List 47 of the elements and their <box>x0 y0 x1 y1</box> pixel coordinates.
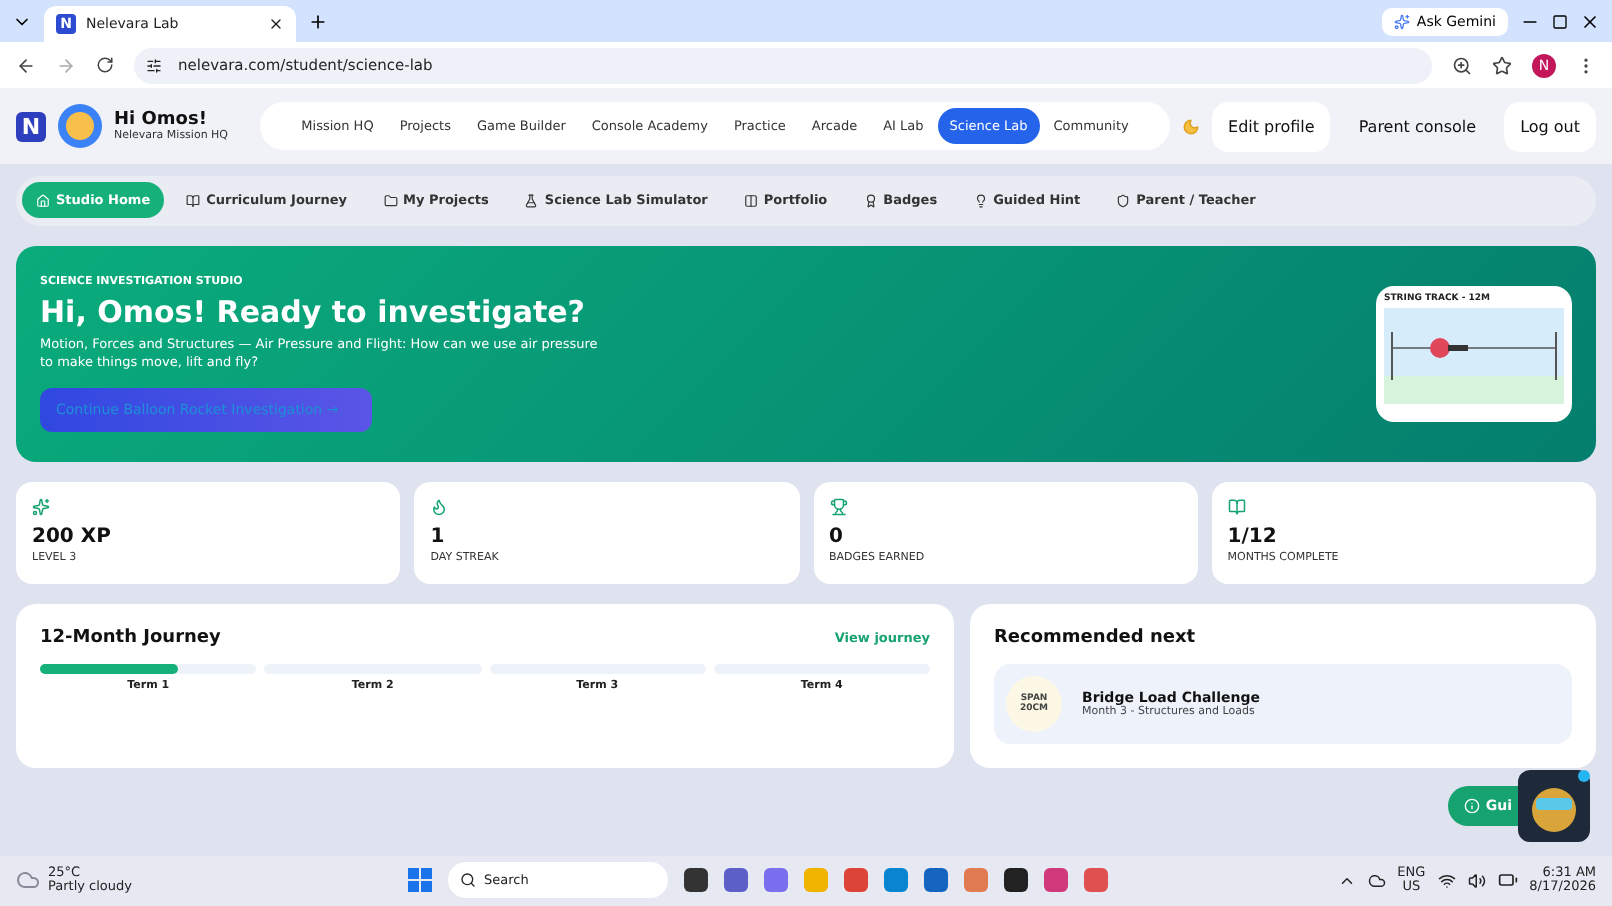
card-title: 12-Month Journey <box>40 627 221 648</box>
back-icon[interactable] <box>16 55 36 76</box>
stat-value: 0 <box>829 525 845 548</box>
card-title: Recommended next <box>994 627 1198 648</box>
reload-icon[interactable] <box>96 56 114 75</box>
taskbar-app-icon[interactable] <box>1004 868 1028 893</box>
maximize-icon[interactable] <box>1552 13 1568 29</box>
site-settings-icon[interactable] <box>146 57 162 74</box>
lightbulb-icon <box>973 193 988 208</box>
volume-icon[interactable] <box>1467 871 1486 890</box>
close-icon[interactable] <box>1580 11 1600 31</box>
taskbar-app-icon[interactable] <box>684 868 708 893</box>
theme-toggle-icon[interactable] <box>1182 117 1201 136</box>
header-button[interactable]: Parent console <box>1342 101 1493 152</box>
bookmark-icon[interactable] <box>1492 55 1512 76</box>
stat-value: 1 <box>430 525 447 548</box>
header-button[interactable]: Edit profile <box>1212 101 1331 152</box>
greeting: Hi Omos! <box>114 110 209 131</box>
close-icon[interactable] <box>268 16 284 32</box>
book-icon <box>1227 497 1246 516</box>
header-button[interactable]: Log out <box>1504 101 1596 152</box>
shield-icon <box>1116 193 1131 208</box>
info-icon <box>1463 797 1480 814</box>
wifi-icon[interactable] <box>1437 871 1456 890</box>
cloud-icon[interactable] <box>1367 871 1386 890</box>
battery-icon[interactable] <box>1497 870 1518 891</box>
columns-icon <box>743 193 758 208</box>
stat-value: 200 XP <box>32 525 113 548</box>
flask-icon <box>524 193 539 208</box>
home-icon <box>36 193 50 208</box>
robot-assistant-icon[interactable] <box>1516 767 1592 844</box>
sparkle-icon <box>1394 13 1411 29</box>
sparkle-icon <box>32 497 50 516</box>
search-icon <box>460 872 476 889</box>
new-tab-icon[interactable] <box>308 11 328 31</box>
hero-title: Hi, Omos! Ready to investigate? <box>40 293 587 330</box>
award-icon <box>863 193 878 208</box>
start-icon[interactable] <box>408 868 432 893</box>
app-logo: N <box>16 111 46 142</box>
avatar-icon <box>58 104 102 149</box>
weather-icon <box>16 868 40 893</box>
book-icon <box>186 193 201 208</box>
stat-value: 1/12 <box>1227 525 1279 548</box>
folder-icon <box>383 193 398 208</box>
trophy-icon <box>829 497 847 516</box>
zoom-icon[interactable] <box>1452 55 1472 76</box>
flame-icon <box>430 497 449 516</box>
